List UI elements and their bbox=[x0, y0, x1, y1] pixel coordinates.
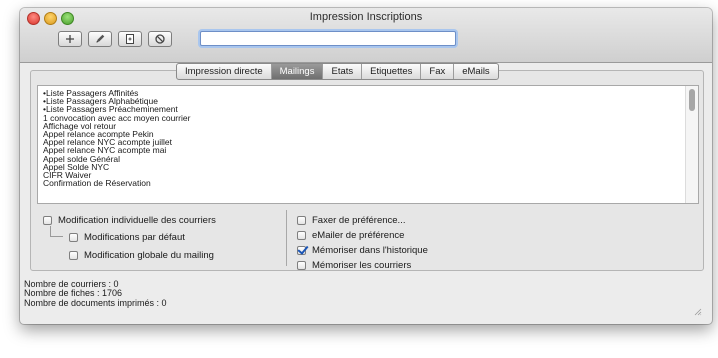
mailing-list[interactable]: •Liste Passagers Affinités •Liste Passag… bbox=[37, 85, 699, 204]
tab-mailings[interactable]: Mailings bbox=[271, 64, 324, 79]
window: Impression Inscriptions Impression direc… bbox=[20, 8, 712, 324]
list-item[interactable]: Appel relance NYC acompte mai bbox=[43, 146, 683, 155]
resize-grip-icon[interactable] bbox=[694, 308, 702, 316]
plus-icon bbox=[66, 35, 74, 43]
option-memoriser-historique[interactable]: Mémoriser dans l'historique bbox=[297, 245, 428, 256]
add-button[interactable] bbox=[58, 31, 82, 47]
search-input[interactable] bbox=[200, 31, 456, 46]
checkbox[interactable] bbox=[69, 251, 78, 260]
option-label: Mémoriser les courriers bbox=[312, 260, 412, 271]
option-label: Modification individuelle des courriers bbox=[58, 215, 216, 226]
option-label: Modification globale du mailing bbox=[84, 250, 214, 261]
tab-bar: Impression directe Mailings Etats Etique… bbox=[176, 63, 499, 80]
option-emailer[interactable]: eMailer de préférence bbox=[297, 230, 404, 241]
status-area: Nombre de courriers : 0 Nombre de fiches… bbox=[24, 279, 167, 308]
option-modification-globale[interactable]: Modification globale du mailing bbox=[69, 250, 214, 261]
import-button[interactable] bbox=[118, 31, 142, 47]
tab-etats[interactable]: Etats bbox=[323, 64, 363, 79]
no-entry-icon bbox=[155, 34, 165, 44]
edit-button[interactable] bbox=[88, 31, 112, 47]
mailing-options: Modification individuelle des courriers … bbox=[31, 205, 703, 271]
list-scrollbar[interactable] bbox=[685, 86, 698, 203]
tab-etiquettes[interactable]: Etiquettes bbox=[362, 64, 422, 79]
document-add-icon bbox=[126, 34, 134, 44]
tab-impression-directe[interactable]: Impression directe bbox=[177, 64, 272, 79]
tree-connector bbox=[50, 226, 63, 237]
scrollbar-thumb[interactable] bbox=[689, 89, 695, 111]
window-title: Impression Inscriptions bbox=[309, 11, 423, 23]
checkbox[interactable] bbox=[43, 216, 52, 225]
tab-emails[interactable]: eMails bbox=[454, 64, 497, 79]
option-label: Mémoriser dans l'historique bbox=[312, 245, 428, 256]
option-label: eMailer de préférence bbox=[312, 230, 405, 241]
option-modification-individuelle[interactable]: Modification individuelle des courriers bbox=[43, 215, 216, 226]
tab-fax[interactable]: Fax bbox=[421, 64, 455, 79]
checkbox[interactable] bbox=[297, 216, 306, 225]
option-label: Modifications par défaut bbox=[84, 232, 185, 243]
checkbox[interactable] bbox=[297, 261, 306, 270]
cancel-button[interactable] bbox=[148, 31, 172, 47]
checkbox-checked[interactable] bbox=[297, 246, 306, 255]
list-item[interactable]: 1 convocation avec acc moyen courrier bbox=[43, 113, 683, 122]
list-item[interactable]: Confirmation de Réservation bbox=[43, 179, 683, 188]
options-divider bbox=[286, 210, 287, 266]
option-memoriser-courriers[interactable]: Mémoriser les courriers bbox=[297, 260, 411, 271]
pencil-icon bbox=[96, 34, 105, 43]
option-faxer[interactable]: Faxer de préférence... bbox=[297, 215, 405, 226]
checkbox[interactable] bbox=[297, 231, 306, 240]
title-bar: Impression Inscriptions bbox=[20, 8, 712, 63]
checkbox[interactable] bbox=[69, 233, 78, 242]
list-item[interactable]: Appel solde Général bbox=[43, 154, 683, 163]
status-documents: Nombre de documents imprimés : 0 bbox=[24, 297, 167, 308]
option-label: Faxer de préférence... bbox=[312, 215, 406, 226]
list-item[interactable]: Appel Solde NYC bbox=[43, 162, 683, 171]
option-modifications-par-defaut[interactable]: Modifications par défaut bbox=[69, 232, 185, 243]
mailings-panel: •Liste Passagers Affinités •Liste Passag… bbox=[30, 70, 704, 271]
